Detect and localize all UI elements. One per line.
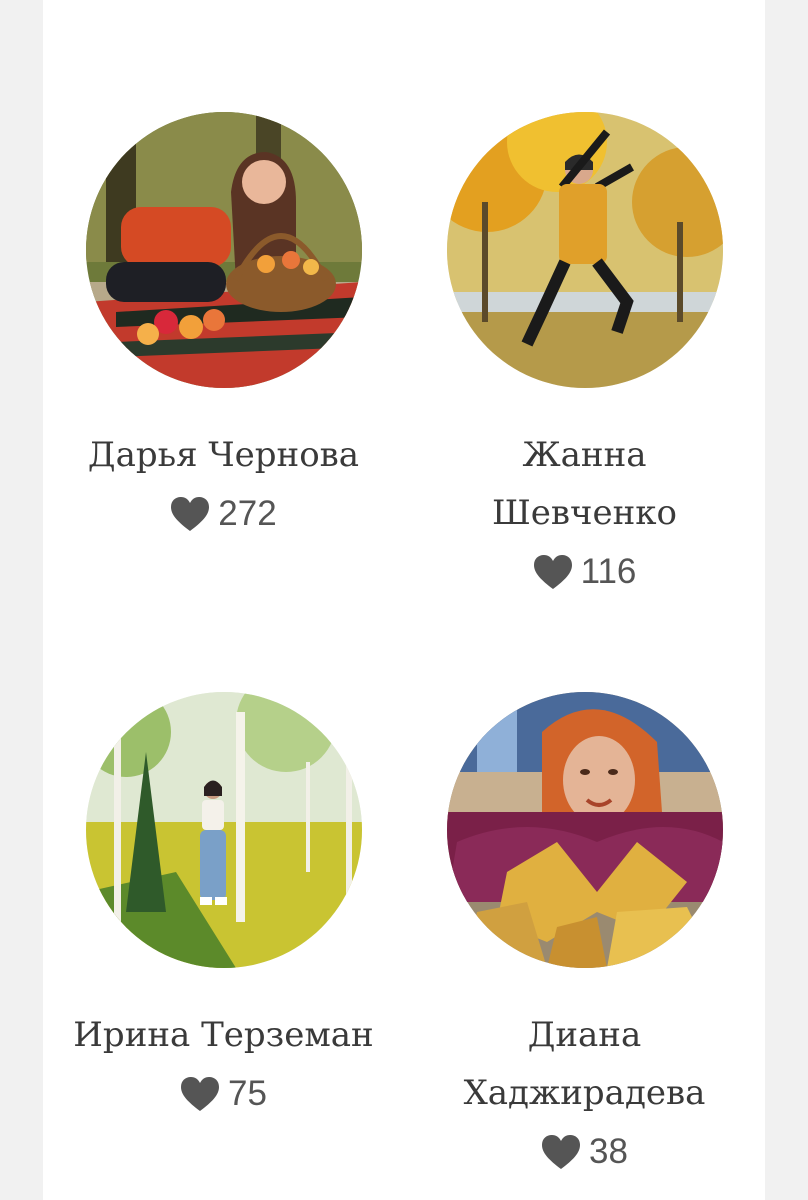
autumn-jump-photo <box>446 112 723 388</box>
profile-name[interactable]: Диана Хаджирадева <box>404 1006 765 1122</box>
profile-card: Ирина Терземан 75 <box>43 692 404 1114</box>
profile-name[interactable]: Ирина Терземан <box>43 1006 404 1064</box>
profile-card: Дарья Чернова 272 <box>43 112 404 534</box>
likes-count: 116 <box>580 552 637 591</box>
profiles-grid: Дарья Чернова 272 Жанна Шевченко 116 Ири… <box>43 0 765 1200</box>
autumn-picnic-photo <box>85 112 362 388</box>
likes-count: 38 <box>589 1132 628 1171</box>
likes-counter[interactable]: 116 <box>404 552 765 592</box>
likes-count: 272 <box>218 494 277 533</box>
profile-name-line: Диана <box>527 1015 642 1055</box>
likes-counter[interactable]: 38 <box>404 1132 765 1172</box>
avatar-photo[interactable] <box>85 112 362 388</box>
profile-name[interactable]: Дарья Чернова <box>43 426 404 484</box>
likes-count: 75 <box>228 1074 267 1113</box>
birch-grove-photo <box>85 692 362 968</box>
profile-name-line: Хаджирадева <box>463 1073 706 1113</box>
profile-name-line: Ирина Терземан <box>73 1015 374 1055</box>
profile-name[interactable]: Жанна Шевченко <box>404 426 765 542</box>
profile-card: Диана Хаджирадева 38 <box>404 692 765 1172</box>
heart-icon <box>533 554 573 590</box>
profile-card: Жанна Шевченко 116 <box>404 112 765 592</box>
avatar-photo[interactable] <box>446 692 723 968</box>
heart-icon <box>180 1076 220 1112</box>
autumn-leaves-photo <box>446 692 723 968</box>
heart-icon <box>170 496 210 532</box>
avatar-photo[interactable] <box>85 692 362 968</box>
heart-icon <box>541 1134 581 1170</box>
profile-name-line: Дарья Чернова <box>87 435 360 475</box>
likes-counter[interactable]: 272 <box>43 494 404 534</box>
likes-counter[interactable]: 75 <box>43 1074 404 1114</box>
avatar-photo[interactable] <box>446 112 723 388</box>
profile-name-line: Жанна <box>522 435 647 475</box>
profile-name-line: Шевченко <box>491 493 678 533</box>
